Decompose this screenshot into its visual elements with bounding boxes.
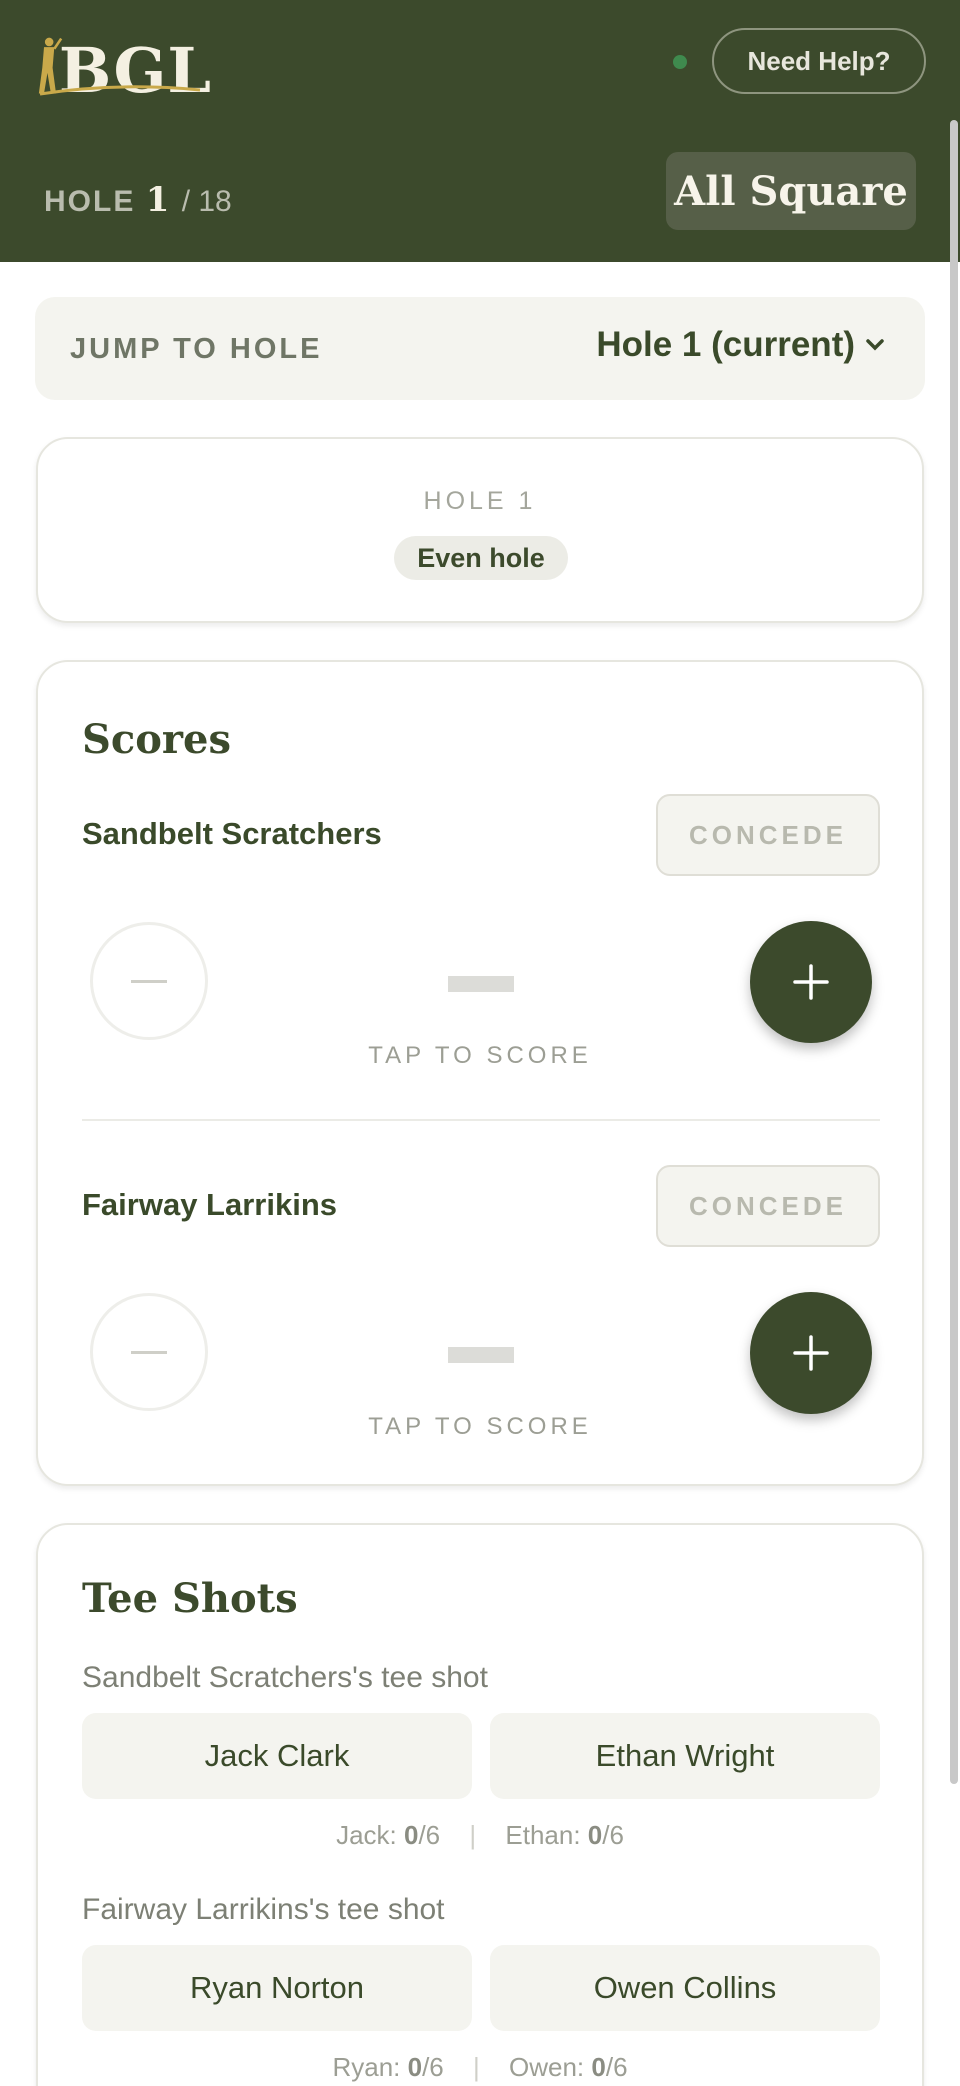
player-button[interactable]: Jack Clark — [82, 1713, 472, 1799]
hole-counter-label: HOLE — [44, 185, 136, 218]
app-header: BGL Need Help? HOLE 1 / 18 All Square — [0, 0, 960, 262]
need-help-button[interactable]: Need Help? — [712, 28, 926, 94]
tee-shot-tally: Ryan: 0/6 | Owen: 0/6 — [38, 2052, 922, 2083]
player-button[interactable]: Ryan Norton — [82, 1945, 472, 2031]
increment-score-button[interactable] — [750, 1292, 872, 1414]
tally-count: 0 — [587, 1820, 603, 1850]
tap-to-score-label[interactable]: TAP TO SCORE — [38, 1413, 922, 1441]
hole-summary-card: HOLE 1 Even hole — [36, 437, 924, 623]
decrement-score-button[interactable] — [90, 1293, 208, 1411]
hole-counter-total: / 18 — [181, 185, 232, 218]
plus-icon — [793, 964, 829, 1000]
hole-select-value: Hole 1 (current) — [596, 325, 855, 364]
score-placeholder[interactable] — [448, 1347, 514, 1363]
tally-max: /6 — [422, 2052, 444, 2082]
tally-max: /6 — [602, 1820, 624, 1850]
connection-status-dot — [673, 55, 687, 69]
hole-counter-current: 1 — [145, 180, 172, 220]
tally-count: 0 — [403, 1820, 419, 1850]
player-button[interactable]: Ethan Wright — [490, 1713, 880, 1799]
decrement-score-button[interactable] — [90, 922, 208, 1040]
tally-name: Jack: — [336, 1820, 397, 1850]
hole-result-badge: Even hole — [394, 536, 568, 580]
minus-icon — [131, 979, 167, 983]
tee-shots-card: Tee Shots Sandbelt Scratchers's tee shot… — [36, 1523, 924, 2086]
logo-swoosh — [39, 85, 201, 96]
tally-separator: | — [469, 1820, 477, 1850]
tee-shot-label: Fairway Larrikins's tee shot — [82, 1893, 445, 1926]
scores-title: Scores — [82, 716, 231, 763]
score-placeholder[interactable] — [448, 976, 514, 992]
tally-name: Owen: — [509, 2052, 585, 2082]
plus-icon — [793, 1335, 829, 1371]
jump-to-hole-bar[interactable]: JUMP TO HOLE Hole 1 (current) — [35, 297, 925, 400]
hole-title: HOLE 1 — [423, 487, 537, 515]
scrollbar[interactable] — [950, 120, 958, 1784]
minus-icon — [131, 1350, 167, 1354]
hole-counter: HOLE 1 / 18 — [44, 180, 232, 220]
hole-select[interactable]: Hole 1 (current) — [596, 325, 885, 365]
team-name: Fairway Larrikins — [82, 1187, 338, 1222]
player-button[interactable]: Owen Collins — [490, 1945, 880, 2031]
tally-separator: | — [473, 2052, 480, 2082]
tee-shots-title: Tee Shots — [82, 1575, 298, 1622]
match-status-badge: All Square — [666, 152, 916, 230]
tally-count: 0 — [591, 2052, 606, 2082]
scores-card: Scores Sandbelt Scratchers CONCEDE TAP T… — [36, 660, 924, 1486]
increment-score-button[interactable] — [750, 921, 872, 1043]
team-name: Sandbelt Scratchers — [82, 816, 382, 851]
tally-count: 0 — [407, 2052, 423, 2082]
tally-name: Ryan: — [332, 2052, 401, 2082]
tap-to-score-label[interactable]: TAP TO SCORE — [38, 1042, 922, 1070]
jump-to-hole-label: JUMP TO HOLE — [70, 333, 323, 365]
chevron-down-icon — [866, 339, 884, 351]
tally-max: /6 — [418, 1820, 441, 1850]
tee-shot-label: Sandbelt Scratchers's tee shot — [82, 1661, 488, 1694]
concede-button[interactable]: CONCEDE — [656, 794, 880, 876]
concede-button[interactable]: CONCEDE — [656, 1165, 880, 1247]
tee-shot-tally: Jack: 0/6 | Ethan: 0/6 — [38, 1820, 922, 1851]
team-divider — [82, 1119, 880, 1121]
tally-max: /6 — [605, 2052, 628, 2082]
tally-name: Ethan: — [505, 1820, 581, 1850]
